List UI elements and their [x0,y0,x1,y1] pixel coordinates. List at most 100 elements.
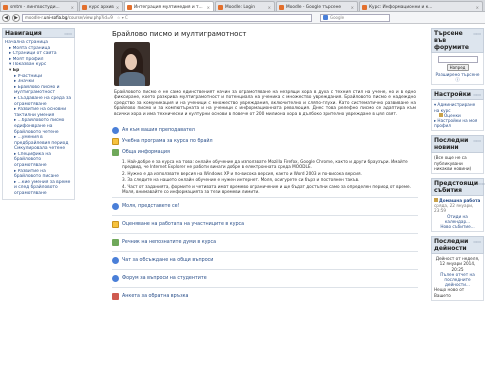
settings-header: Настройки ▭▭ [431,89,484,101]
new-event-link[interactable]: Ново събитие... [434,224,481,229]
activity-label[interactable]: Обща информация [122,150,170,155]
nav-item-topic[interactable]: ▸ ...умения в предбрайлевия период Смкул… [5,135,72,152]
block-controls-icon[interactable]: ▭▭ [478,180,485,187]
activity-label[interactable]: Анкета за обратна връзка [122,294,188,299]
browser-tab[interactable]: Moodle - Google търсене × [276,1,358,11]
activity-label[interactable]: Учебна програма за курса по брайл [122,139,213,144]
divider [112,269,418,271]
navigation-title: Навигация [5,29,42,37]
activity-general-info[interactable]: Обща информация [112,147,418,158]
browser-tab-bar: smtm - лингвостуди... × курс архив × Интег… [0,0,485,12]
activity-since: Дейност от неделя, 12 януари 2014, 20:25 [435,256,480,272]
navigation-block-header: Навигация ▭▭ [2,28,75,38]
forum-search-header: Търсене във форумите ▭▭ [431,28,484,53]
divider [112,287,418,289]
url-bar[interactable]: moodle-r. uni-sofia.bg/course/view.php?id… [22,13,312,22]
tab-label: Курс: Информационни и к... [369,4,433,10]
tab-favicon-icon [127,4,132,10]
photo-body [119,72,145,86]
browser-nav-bar: ◀ ▶ moodle-r. uni-sofia.bg/course/view.ph… [0,12,485,24]
goto-calendar-link[interactable]: Отиди на календар... [434,214,481,224]
info-item: 2. Нужно е да използвате версия на Windo… [122,170,362,176]
browser-tab[interactable]: smtm - лингвостуди... × [0,1,78,11]
navigation-tree: Начална страница ▸ Моята страница ▸ Стра… [2,38,75,200]
close-tab-icon[interactable]: × [351,5,354,10]
recent-activity-body: Дейност от неделя, 12 януари 2014, 20:25… [431,254,484,301]
forum-icon [112,275,119,283]
settings-block: Настройки ▭▭ ▾ Администриране на курс Оц… [431,89,484,132]
block-controls-icon[interactable]: ▭▭ [473,137,481,144]
course-content: Брайлово писмо и мултиграмотност Брайлов… [112,30,418,302]
activity-label[interactable]: Моля, представете се! [122,204,179,209]
document-icon [112,138,119,146]
url-path: /course/view.php?id=9 [67,15,113,20]
activity-student-forum[interactable]: Форум за въпроси на студентите [112,273,418,284]
forum-search-button[interactable]: Напред [446,64,469,71]
close-tab-icon[interactable]: × [207,5,210,10]
info-item: 3. За следите на нашето онлайн обучение … [122,177,360,183]
latest-news-block: Последни новини ▭▭ (Все още не са публик… [431,135,484,175]
forward-button[interactable]: ▶ [12,13,20,22]
browser-tab[interactable]: Курс: Информационни и к... × [359,1,483,11]
browser-tab[interactable]: курс архив × [79,1,123,11]
latest-news-header: Последни новини ▭▭ [431,135,484,154]
activity-label[interactable]: Ая към вашия преподавател [122,128,195,133]
upcoming-events-header: Предстоящи събития ▭▭ [431,178,485,197]
nav-item-topic[interactable]: ▸ ...кие умения за време и след брайлово… [5,180,72,197]
forum-search-input[interactable] [437,56,478,63]
divider [112,233,418,235]
activity-assessment[interactable]: Оценяване на работата на участниците в к… [112,219,418,230]
activity-more: Нещо ново от Вашето [434,287,465,298]
course-title: Брайлово писмо и мултиграмотност [112,30,247,38]
tab-label: Интеграция мултимедия и т... [134,4,203,10]
right-blocks: Търсене във форумите ▭▭ Напред Разширено… [431,28,485,305]
close-tab-icon[interactable]: × [268,5,271,10]
block-title: Предстоящи събития [434,180,479,195]
activity-chat[interactable]: Чат за обсъждане на общи въпроси [112,255,418,266]
activity-feedback[interactable]: Анкета за обратна връзка [112,291,418,302]
course-summary: Брайловото писмо е не само единственият … [114,90,416,117]
close-tab-icon[interactable]: × [476,5,479,10]
nav-item-topic[interactable]: ▸ Създаване на среда за ограмотяване [5,96,72,107]
block-title: Търсене във форумите [434,30,469,51]
tab-favicon-icon [82,4,87,10]
nav-item-topic[interactable]: ▸ Специфика на брайловото ограмотяване [5,152,72,169]
recent-activity-header: Последни дейности ▭▭ [431,236,484,255]
nav-item-topic[interactable]: ▸ ...брайловото писмо едифонвране на бра… [5,118,72,135]
activity-glossary[interactable]: Речник на непознатите думи в курса [112,237,418,248]
full-report-link[interactable]: Пълен отчет на последните дейности... [434,272,481,288]
bookmark-icon[interactable]: ☆ ▾ C [117,15,128,20]
activity-label[interactable]: Оценяване на работата на участниците в к… [122,222,244,227]
browser-tab-active[interactable]: Интеграция мултимедия и т... × [124,1,214,11]
block-title: Последни новини [434,137,469,152]
block-controls-icon[interactable]: ▭▭ [473,238,481,245]
url-host: uni-sofia.bg [43,15,68,20]
book-icon [112,149,119,157]
advanced-search-link[interactable]: Разширено търсене ⓘ [434,72,481,82]
course-administration-item[interactable]: ▾ Администриране на курс [434,102,481,112]
close-tab-icon[interactable]: × [116,5,119,10]
document-icon [112,221,119,229]
tab-favicon-icon [279,4,284,10]
back-button[interactable]: ◀ [2,13,10,22]
activity-news-forum[interactable]: Ая към вашия преподавател [112,125,418,136]
nav-item-topic[interactable]: ▸ Развитие на основни тактилни умения [5,107,72,118]
activity-introduce[interactable]: Моля, представете се! [112,201,418,212]
activity-program[interactable]: Учебна програма за курса по брайл [112,136,418,147]
activity-label[interactable]: Чат за обсъждане на общи въпроси [122,258,213,263]
tab-favicon-icon [3,4,8,10]
block-controls-icon[interactable]: ▭▭ [473,91,481,98]
block-controls-icon[interactable]: ▭▭ [64,31,72,36]
profile-settings-item[interactable]: ▸ Настройки на моя профил [434,118,481,128]
browser-search-box[interactable]: Google [320,13,390,22]
assignment-icon [434,198,438,203]
activity-label[interactable]: Форум за въпроси на студентите [122,276,207,281]
nav-item-topic[interactable]: ▸ Брайлово писмо и мултиграмотност [5,85,72,96]
close-tab-icon[interactable]: × [71,5,74,10]
block-controls-icon[interactable]: ▭▭ [473,30,481,37]
browser-tab[interactable]: Moodle: Login × [215,1,275,11]
info-item: 1. Най-добре е за курса на това: онлайн … [122,159,408,170]
glossary-icon [112,239,119,247]
nav-item-topic[interactable]: ▸ Развитие на брайловото писане [5,169,72,180]
activity-label[interactable]: Речник на непознатите думи в курса [122,240,216,245]
